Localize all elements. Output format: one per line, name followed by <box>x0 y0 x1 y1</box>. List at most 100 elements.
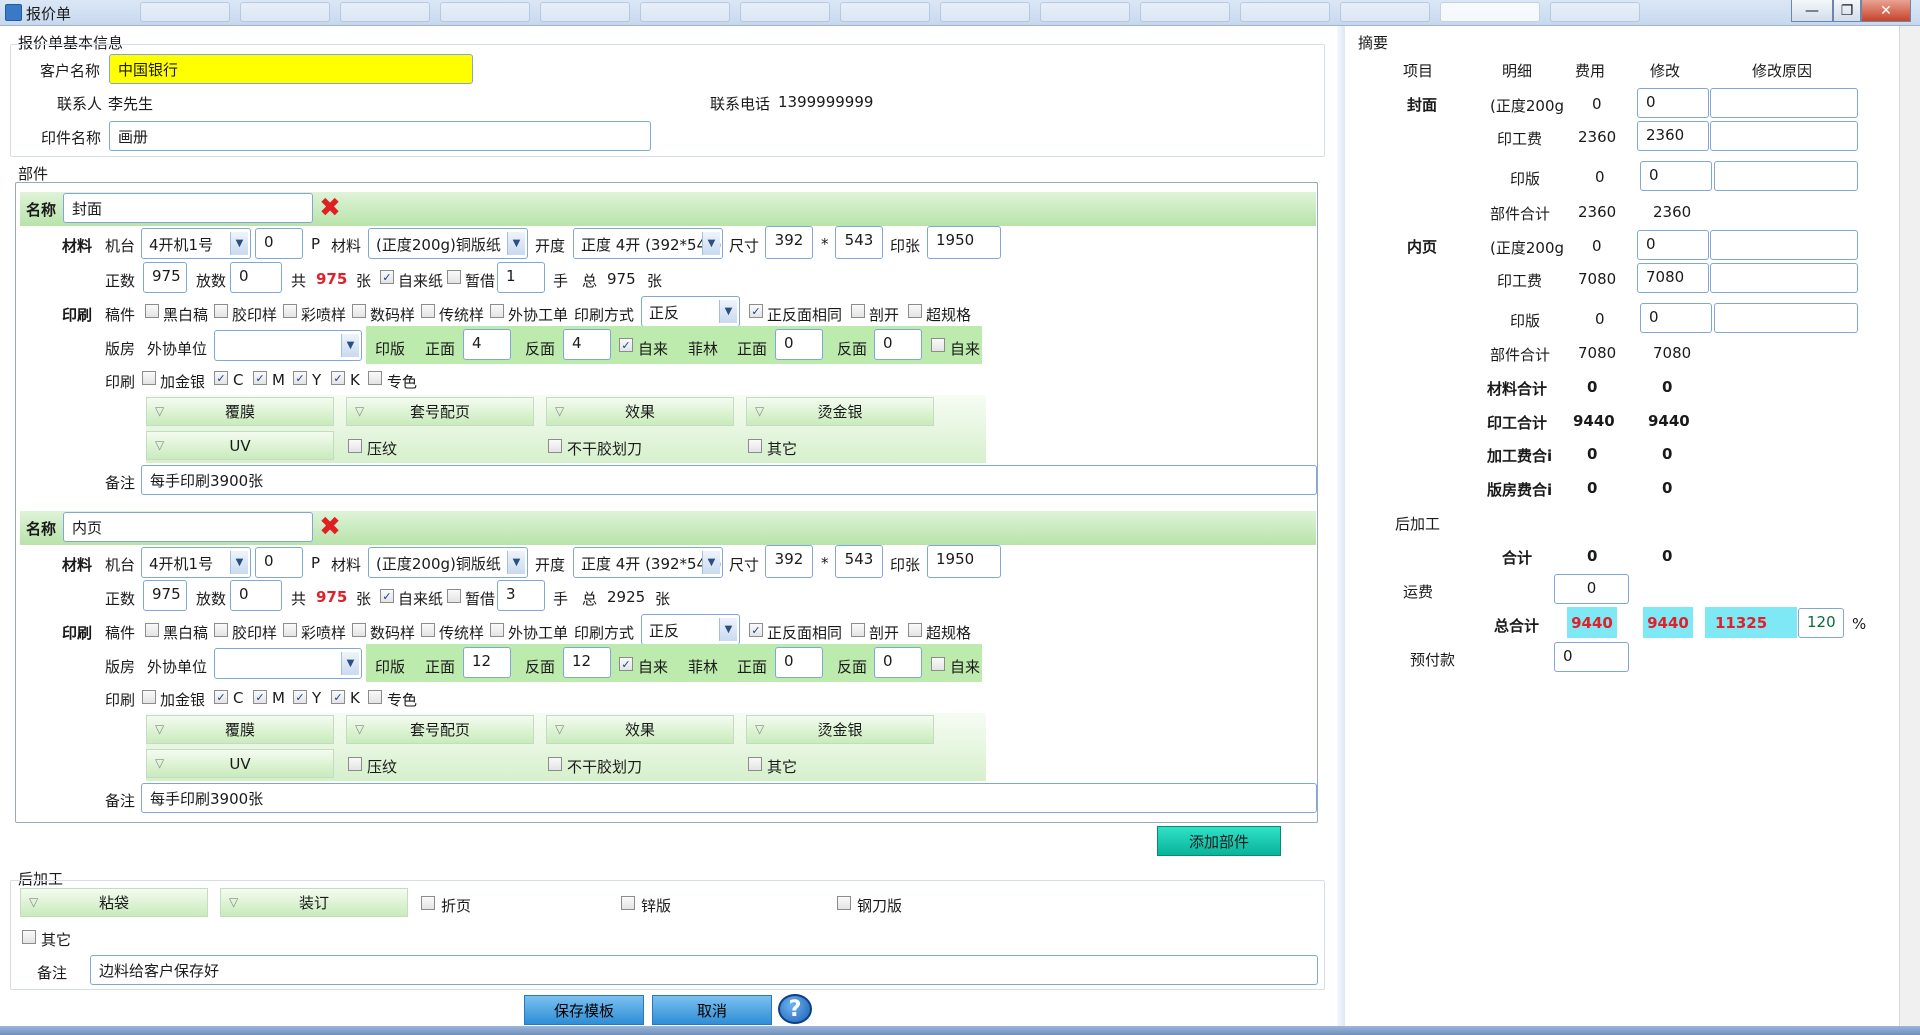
uv-button[interactable]: ▽ UV <box>146 749 334 778</box>
plate-back-input[interactable]: 12 <box>563 647 611 678</box>
film-front-input[interactable]: 0 <box>775 647 823 678</box>
plate-zilai-checkbox[interactable]: ✓ <box>619 657 633 671</box>
summary-reason-input[interactable] <box>1710 263 1858 293</box>
waixie-unit-select[interactable]: ▼ <box>214 648 362 679</box>
yawen-checkbox[interactable] <box>348 757 362 771</box>
zhuanse-checkbox[interactable] <box>368 371 382 385</box>
m-checkbox[interactable]: ✓ <box>253 371 267 385</box>
heibai-checkbox[interactable] <box>145 623 159 637</box>
kai-select[interactable]: 正度 4开 (392*543) ▼ <box>573 228 723 259</box>
uv-button[interactable]: ▽ UV <box>146 431 334 460</box>
p-input[interactable]: 0 <box>255 547 303 578</box>
size-width-input[interactable]: 392 <box>765 545 813 578</box>
chaoguige-checkbox[interactable] <box>908 623 922 637</box>
chaoguige-checkbox[interactable] <box>908 304 922 318</box>
summary-reason-input[interactable] <box>1710 88 1858 118</box>
jiajinyin-checkbox[interactable] <box>142 371 156 385</box>
film-back-input[interactable]: 0 <box>874 647 922 678</box>
plate-front-input[interactable]: 4 <box>463 329 511 360</box>
machine-select[interactable]: 4开机1号 ▼ <box>141 547 251 578</box>
size-height-input[interactable]: 543 <box>835 226 883 259</box>
prepay-input[interactable]: 0 <box>1554 642 1629 672</box>
p-input[interactable]: 0 <box>255 228 303 259</box>
summary-modify-input[interactable]: 0 <box>1640 161 1712 191</box>
vertical-scrollbar[interactable] <box>1899 26 1920 1026</box>
waixie-unit-select[interactable]: ▼ <box>214 330 362 361</box>
taohao-button[interactable]: ▽ 套号配页 <box>346 715 534 744</box>
waixie-gongdan-checkbox[interactable] <box>490 304 504 318</box>
c-checkbox[interactable]: ✓ <box>214 690 228 704</box>
same-sides-checkbox[interactable]: ✓ <box>749 304 763 318</box>
close-button[interactable]: ✕ <box>1861 0 1911 22</box>
fangshu-input[interactable]: 0 <box>230 262 282 293</box>
film-front-input[interactable]: 0 <box>775 329 823 360</box>
zanjie-input[interactable]: 3 <box>497 580 545 611</box>
heibai-checkbox[interactable] <box>145 304 159 318</box>
caipen-checkbox[interactable] <box>283 623 297 637</box>
pouk-checkbox[interactable] <box>851 623 865 637</box>
maximize-button[interactable]: ❐ <box>1833 0 1861 22</box>
shuma-checkbox[interactable] <box>352 304 366 318</box>
jiaoyin-checkbox[interactable] <box>214 623 228 637</box>
fumo-button[interactable]: ▽ 覆膜 <box>146 715 334 744</box>
film-zilai-checkbox[interactable] <box>931 338 945 352</box>
freight-input[interactable]: 0 <box>1554 574 1629 604</box>
fangshu-input[interactable]: 0 <box>230 580 282 611</box>
k-checkbox[interactable]: ✓ <box>331 371 345 385</box>
fumo-button[interactable]: ▽ 覆膜 <box>146 397 334 426</box>
buganjiao-checkbox[interactable] <box>548 439 562 453</box>
print-method-select[interactable]: 正反 ▼ <box>641 296 740 327</box>
pouk-checkbox[interactable] <box>851 304 865 318</box>
y-checkbox[interactable]: ✓ <box>293 690 307 704</box>
size-width-input[interactable]: 392 <box>765 226 813 259</box>
summary-modify-input[interactable]: 0 <box>1640 303 1712 333</box>
niandai-button[interactable]: ▽ 粘袋 <box>20 888 208 917</box>
panel-splitter[interactable] <box>1337 26 1345 1026</box>
xiaoguo-button[interactable]: ▽ 效果 <box>546 397 734 426</box>
qita-checkbox[interactable] <box>748 757 762 771</box>
chuantong-checkbox[interactable] <box>421 304 435 318</box>
help-icon[interactable]: ? <box>778 994 812 1024</box>
xinban-checkbox[interactable] <box>621 896 635 910</box>
zanjie-input[interactable]: 1 <box>497 262 545 293</box>
tangjinyin-button[interactable]: ▽ 烫金银 <box>746 397 934 426</box>
zhuangding-button[interactable]: ▽ 装订 <box>220 888 408 917</box>
part-name-input[interactable]: 封面 <box>63 193 313 223</box>
gangdaoban-checkbox[interactable] <box>837 896 851 910</box>
zanjie-checkbox[interactable] <box>447 270 461 284</box>
zheye-checkbox[interactable] <box>421 896 435 910</box>
print-name-input[interactable]: 画册 <box>109 121 651 151</box>
kai-select[interactable]: 正度 4开 (392*543) ▼ <box>573 547 723 578</box>
part-note-input[interactable]: 每手印刷3900张 <box>141 783 1317 813</box>
size-height-input[interactable]: 543 <box>835 545 883 578</box>
film-zilai-checkbox[interactable] <box>931 657 945 671</box>
m-checkbox[interactable]: ✓ <box>253 690 267 704</box>
zhuanse-checkbox[interactable] <box>368 690 382 704</box>
add-part-button[interactable]: 添加部件 <box>1157 826 1281 856</box>
summary-reason-input[interactable] <box>1714 303 1858 333</box>
yinzhang-input[interactable]: 1950 <box>927 545 1001 578</box>
yawen-checkbox[interactable] <box>348 439 362 453</box>
delete-part-icon[interactable]: ✖ <box>317 514 343 540</box>
material-select[interactable]: (正度200g)铜版纸 ▼ <box>368 547 528 578</box>
zilaizhi-checkbox[interactable]: ✓ <box>380 270 394 284</box>
c-checkbox[interactable]: ✓ <box>214 371 228 385</box>
shuma-checkbox[interactable] <box>352 623 366 637</box>
plate-front-input[interactable]: 12 <box>463 647 511 678</box>
delete-part-icon[interactable]: ✖ <box>317 195 343 221</box>
post-qita-checkbox[interactable] <box>22 930 36 944</box>
zhengshu-input[interactable]: 975 <box>143 580 187 611</box>
plate-back-input[interactable]: 4 <box>563 329 611 360</box>
taohao-button[interactable]: ▽ 套号配页 <box>346 397 534 426</box>
chuantong-checkbox[interactable] <box>421 623 435 637</box>
qita-checkbox[interactable] <box>748 439 762 453</box>
plate-zilai-checkbox[interactable]: ✓ <box>619 338 633 352</box>
summary-modify-input[interactable]: 2360 <box>1637 121 1709 151</box>
customer-input[interactable]: 中国银行 <box>109 54 473 84</box>
material-select[interactable]: (正度200g)铜版纸 ▼ <box>368 228 528 259</box>
part-name-input[interactable]: 内页 <box>63 512 313 542</box>
summary-reason-input[interactable] <box>1714 161 1858 191</box>
summary-reason-input[interactable] <box>1710 230 1858 260</box>
cancel-button[interactable]: 取消 <box>652 995 772 1025</box>
summary-modify-input[interactable]: 7080 <box>1637 263 1709 293</box>
